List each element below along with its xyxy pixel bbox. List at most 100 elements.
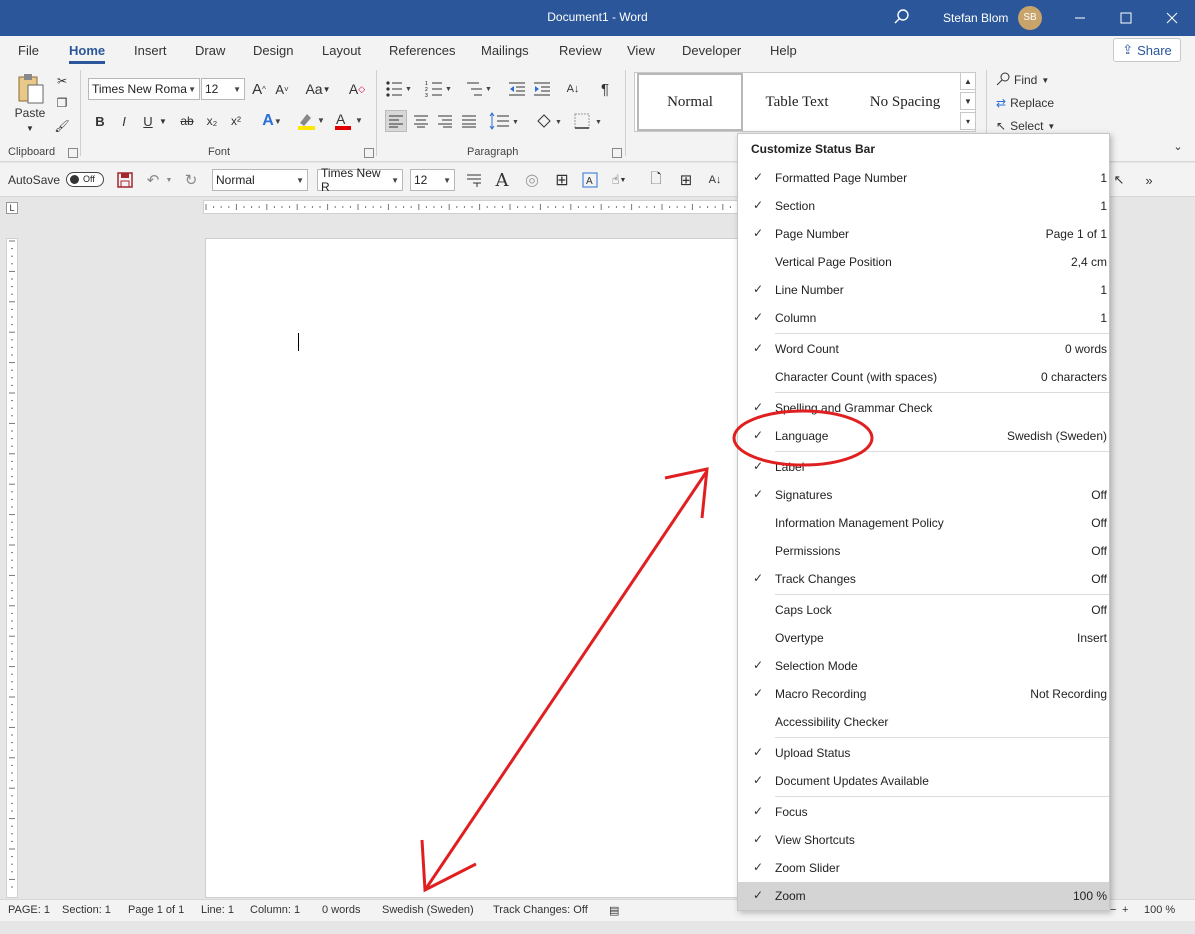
- menu-item-page-number[interactable]: ✓ Page Number Page 1 of 1: [738, 220, 1109, 248]
- menu-item-macro-recording[interactable]: ✓ Macro Recording Not Recording: [738, 680, 1109, 708]
- chevron-down-icon[interactable]: ▼: [164, 171, 174, 189]
- tab-layout[interactable]: Layout: [322, 43, 361, 58]
- style-combo[interactable]: Normal ▼: [212, 169, 308, 191]
- zoom-in-button[interactable]: +: [1122, 904, 1128, 916]
- menu-item-caps-lock[interactable]: Caps Lock Off: [738, 596, 1109, 624]
- style-normal[interactable]: Normal: [637, 73, 743, 131]
- sort-icon[interactable]: A↓: [562, 78, 584, 100]
- shading-icon[interactable]: ▼: [534, 110, 566, 132]
- status-column[interactable]: Column: 1: [250, 904, 300, 916]
- dialog-launcher-icon[interactable]: [364, 148, 374, 158]
- bullets-icon[interactable]: ▼: [384, 78, 414, 100]
- cursor-icon[interactable]: ↖: [1110, 171, 1128, 189]
- menu-item-formatted-page-number[interactable]: ✓ Formatted Page Number 1: [738, 164, 1109, 192]
- menu-item-word-count[interactable]: ✓ Word Count 0 words: [738, 335, 1109, 363]
- grow-font-icon[interactable]: A ^: [249, 78, 269, 100]
- tab-design[interactable]: Design: [253, 43, 293, 58]
- menu-item-vertical-page-position[interactable]: Vertical Page Position 2,4 cm: [738, 248, 1109, 276]
- decrease-indent-icon[interactable]: [507, 78, 527, 100]
- undo-icon[interactable]: ↶: [144, 171, 162, 189]
- font-name-combo[interactable]: Times New Roma ▼: [88, 78, 200, 100]
- horizontal-ruler[interactable]: [203, 200, 763, 214]
- grid-icon[interactable]: ⊞: [676, 171, 696, 189]
- macro-recording-icon[interactable]: ▤: [609, 904, 619, 917]
- superscript-button[interactable]: x²: [226, 110, 246, 132]
- tab-view[interactable]: View: [627, 43, 655, 58]
- menu-item-section[interactable]: ✓ Section 1: [738, 192, 1109, 220]
- menu-item-character-count-with-spaces[interactable]: Character Count (with spaces) 0 character…: [738, 363, 1109, 391]
- status-word-count[interactable]: 0 words: [322, 904, 361, 916]
- change-case-button[interactable]: Aa ▼: [303, 78, 333, 100]
- menu-item-label[interactable]: ✓ Label: [738, 453, 1109, 481]
- menu-item-zoom-slider[interactable]: ✓ Zoom Slider: [738, 854, 1109, 882]
- menu-item-spelling-and-grammar-check[interactable]: ✓ Spelling and Grammar Check: [738, 394, 1109, 422]
- clear-formatting-icon[interactable]: A ◇: [347, 78, 367, 100]
- zoom-level[interactable]: 100 %: [1144, 904, 1175, 916]
- align-center-icon[interactable]: [410, 110, 432, 132]
- more-commands-icon[interactable]: »: [1140, 171, 1158, 189]
- multilevel-list-icon[interactable]: ▼: [464, 78, 494, 100]
- menu-item-overtype[interactable]: Overtype Insert: [738, 624, 1109, 652]
- highlight-color-icon[interactable]: ▼: [294, 110, 326, 132]
- text-box-icon[interactable]: A: [580, 171, 600, 189]
- vertical-ruler[interactable]: [6, 238, 18, 898]
- status-section[interactable]: Section: 1: [62, 904, 111, 916]
- dialog-launcher-icon[interactable]: [68, 148, 78, 158]
- align-left-icon[interactable]: [385, 110, 407, 132]
- tab-home[interactable]: Home: [69, 43, 106, 64]
- italic-button[interactable]: I: [115, 110, 133, 132]
- menu-item-accessibility-checker[interactable]: Accessibility Checker: [738, 708, 1109, 736]
- zoom-out-button[interactable]: −: [1110, 904, 1116, 916]
- font-color-icon[interactable]: A ▼: [332, 110, 366, 132]
- paragraph-mark-icon[interactable]: [464, 171, 484, 189]
- tab-developer[interactable]: Developer: [682, 43, 741, 58]
- tab-review[interactable]: Review: [559, 43, 602, 58]
- bold-button[interactable]: B: [91, 110, 109, 132]
- style-table-text[interactable]: Table Text: [747, 73, 847, 131]
- document-page[interactable]: [205, 238, 765, 898]
- increase-indent-icon[interactable]: [532, 78, 552, 100]
- minimize-button[interactable]: [1057, 0, 1103, 36]
- tab-help[interactable]: Help: [770, 43, 797, 58]
- menu-item-information-management-policy[interactable]: Information Management Policy Off: [738, 509, 1109, 537]
- table-icon[interactable]: ⊞: [552, 171, 572, 189]
- paste-label[interactable]: Paste: [10, 106, 50, 120]
- dialog-launcher-icon[interactable]: [612, 148, 622, 158]
- font-size-combo[interactable]: 12 ▼: [201, 78, 245, 100]
- paste-icon[interactable]: [14, 72, 48, 106]
- menu-item-column[interactable]: ✓ Column 1: [738, 304, 1109, 332]
- replace-button[interactable]: ⇄ Replace: [996, 93, 1062, 113]
- tab-insert[interactable]: Insert: [134, 43, 167, 58]
- status-track-changes[interactable]: Track Changes: Off: [493, 904, 588, 916]
- maximize-button[interactable]: [1103, 0, 1149, 36]
- cut-icon[interactable]: ✂: [53, 72, 71, 90]
- chevron-down-icon[interactable]: ▼: [157, 110, 169, 132]
- chevron-up-icon[interactable]: ▲: [960, 72, 976, 90]
- chevron-down-icon[interactable]: ▼: [22, 122, 38, 134]
- share-button[interactable]: ⇪ Share: [1113, 38, 1181, 62]
- menu-item-track-changes[interactable]: ✓ Track Changes Off: [738, 565, 1109, 593]
- menu-item-focus[interactable]: ✓ Focus: [738, 798, 1109, 826]
- borders-icon[interactable]: ▼: [572, 110, 606, 132]
- tab-file[interactable]: File: [18, 43, 39, 58]
- autosave-toggle[interactable]: Off: [66, 172, 104, 187]
- status-language[interactable]: Swedish (Sweden): [382, 904, 474, 916]
- copy-icon[interactable]: ❐: [53, 94, 71, 112]
- sort-icon[interactable]: A↓: [704, 169, 726, 191]
- align-right-icon[interactable]: [434, 110, 456, 132]
- find-button[interactable]: Find ▼: [996, 70, 1062, 90]
- size-combo[interactable]: 12 ▼: [410, 169, 455, 191]
- line-spacing-icon[interactable]: ▼: [488, 110, 522, 132]
- strikethrough-button[interactable]: ab: [176, 110, 198, 132]
- menu-item-signatures[interactable]: ✓ Signatures Off: [738, 481, 1109, 509]
- chevron-down-icon[interactable]: ▼: [960, 92, 976, 110]
- redo-icon[interactable]: ↻: [182, 171, 200, 189]
- status-line[interactable]: Line: 1: [201, 904, 234, 916]
- justify-icon[interactable]: [458, 110, 480, 132]
- new-comment-icon[interactable]: 🗋: [646, 170, 666, 189]
- text-effects-icon[interactable]: A ▼: [256, 110, 288, 132]
- menu-item-language[interactable]: ✓ Language Swedish (Sweden): [738, 422, 1109, 450]
- tab-mailings[interactable]: Mailings: [481, 43, 529, 58]
- menu-item-zoom[interactable]: ✓ Zoom 100 %: [738, 882, 1109, 910]
- status-page[interactable]: PAGE: 1: [8, 904, 50, 916]
